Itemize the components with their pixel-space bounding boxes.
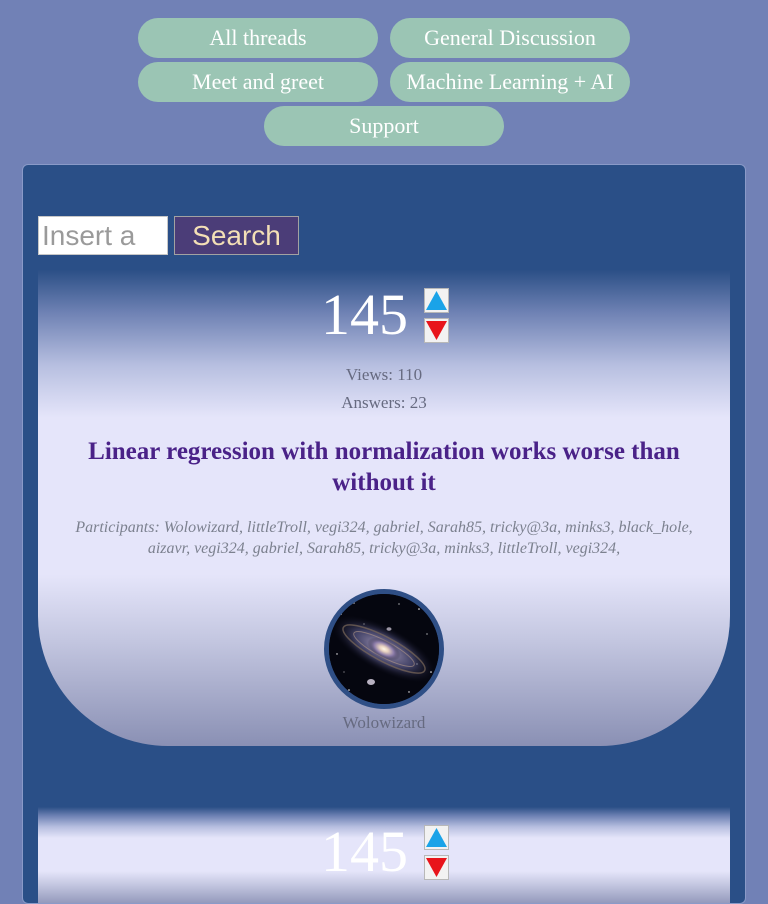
nav-general-discussion[interactable]: General Discussion [390,18,630,58]
thread-score: 145 [321,819,408,884]
nav-support[interactable]: Support [264,106,504,146]
nav-machine-learning-ai[interactable]: Machine Learning + AI [390,62,630,102]
thread-author[interactable]: Wolowizard [38,713,730,733]
nav-all-threads[interactable]: All threads [138,18,378,58]
thread-score: 145 [321,282,408,347]
thread-title[interactable]: Linear regression with normalization wor… [58,436,710,498]
thread-views: Views: 110 [345,365,423,384]
downvote-button[interactable] [424,318,449,343]
galaxy-avatar [329,594,439,704]
triangle-down-icon [426,858,447,877]
upvote-button[interactable] [424,288,449,313]
thread-participants: Participants: Wolowizard, littleTroll, v… [75,519,693,557]
triangle-up-icon [426,291,447,310]
thread-card: 145 Views: 110 Answers: 23 Linear regres… [38,270,730,746]
triangle-up-icon [426,828,447,847]
thread-card: 145 [38,807,730,903]
downvote-button[interactable] [424,855,449,880]
nav-meet-and-greet[interactable]: Meet and greet [138,62,378,102]
triangle-down-icon [426,321,447,340]
thread-answers: Answers: 23 [341,393,427,412]
author-avatar[interactable] [324,589,444,709]
upvote-button[interactable] [424,825,449,850]
search-input[interactable] [38,216,168,255]
search-button[interactable]: Search [174,216,299,255]
threads-panel: Search 145 Views: 110 Answers: 23 Linear… [22,164,746,904]
